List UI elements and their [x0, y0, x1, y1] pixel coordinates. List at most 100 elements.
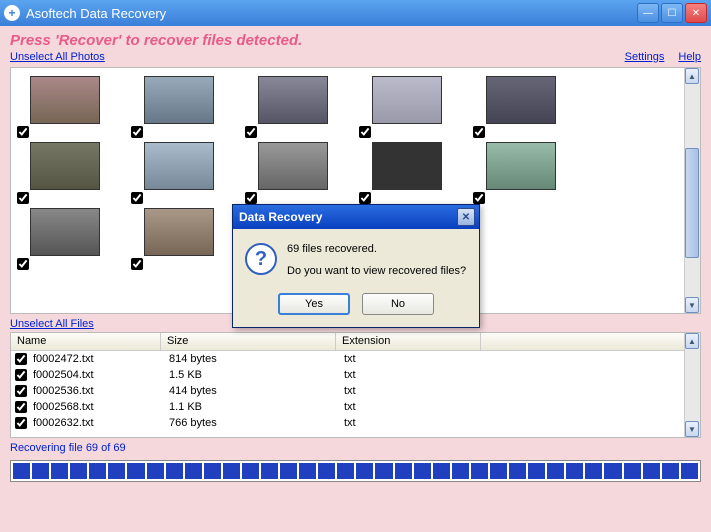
file-checkbox[interactable]	[15, 369, 27, 381]
photo-checkbox[interactable]	[473, 192, 485, 204]
photo-item[interactable]	[131, 76, 227, 138]
progress-segment	[261, 463, 278, 479]
photo-thumbnail	[258, 142, 328, 190]
progress-segment	[471, 463, 488, 479]
photo-checkbox[interactable]	[17, 126, 29, 138]
photo-checkbox[interactable]	[131, 192, 143, 204]
close-button[interactable]: ✕	[685, 3, 707, 23]
photo-checkbox[interactable]	[131, 126, 143, 138]
file-row[interactable]: f0002472.txt814 bytestxt	[11, 351, 700, 367]
photo-checkbox[interactable]	[245, 192, 257, 204]
col-header-size[interactable]: Size	[161, 333, 336, 350]
photo-checkbox[interactable]	[359, 192, 371, 204]
photo-item[interactable]	[359, 142, 455, 204]
progress-segment	[490, 463, 507, 479]
window-title: Asoftech Data Recovery	[26, 6, 637, 21]
file-extension: txt	[344, 385, 489, 397]
instruction-text: Press 'Recover' to recover files detecte…	[10, 32, 701, 49]
maximize-button[interactable]: ☐	[661, 3, 683, 23]
photo-item[interactable]	[473, 76, 569, 138]
dialog-titlebar: Data Recovery ✕	[233, 205, 479, 229]
dialog-close-button[interactable]: ✕	[457, 208, 475, 226]
progress-segment	[185, 463, 202, 479]
scroll-up-arrow-icon[interactable]: ▲	[685, 68, 699, 84]
dialog-message-2: Do you want to view recovered files?	[287, 265, 466, 277]
progress-segment	[433, 463, 450, 479]
yes-button[interactable]: Yes	[278, 293, 350, 315]
file-size: 1.5 KB	[169, 369, 344, 381]
photo-thumbnail	[144, 208, 214, 256]
file-checkbox[interactable]	[15, 417, 27, 429]
photo-item[interactable]	[245, 142, 341, 204]
photo-thumbnail	[372, 142, 442, 190]
file-checkbox[interactable]	[15, 401, 27, 413]
photo-item[interactable]	[245, 76, 341, 138]
settings-link[interactable]: Settings	[625, 51, 665, 63]
photo-item[interactable]	[17, 76, 113, 138]
help-link[interactable]: Help	[678, 51, 701, 63]
photo-item[interactable]	[17, 142, 113, 204]
progress-segment	[242, 463, 259, 479]
progress-segment	[662, 463, 679, 479]
file-name: f0002568.txt	[31, 401, 169, 413]
dialog-title: Data Recovery	[237, 210, 457, 224]
photo-thumbnail	[144, 142, 214, 190]
file-name: f0002632.txt	[31, 417, 169, 429]
progress-segment	[337, 463, 354, 479]
file-row[interactable]: f0002568.txt1.1 KBtxt	[11, 399, 700, 415]
photo-item[interactable]	[131, 208, 227, 270]
photo-thumbnail	[144, 76, 214, 124]
progress-segment	[32, 463, 49, 479]
scroll-down-arrow-icon[interactable]: ▼	[685, 421, 699, 437]
photo-item[interactable]	[131, 142, 227, 204]
photo-checkbox[interactable]	[17, 192, 29, 204]
photo-item[interactable]	[359, 76, 455, 138]
file-row[interactable]: f0002536.txt414 bytestxt	[11, 383, 700, 399]
unselect-all-files-link[interactable]: Unselect All Files	[10, 318, 94, 330]
photo-checkbox[interactable]	[17, 258, 29, 270]
file-size: 414 bytes	[169, 385, 344, 397]
progress-bar	[10, 460, 701, 482]
progress-segment	[299, 463, 316, 479]
progress-segment	[223, 463, 240, 479]
progress-segment	[318, 463, 335, 479]
progress-segment	[566, 463, 583, 479]
progress-segment	[127, 463, 144, 479]
photo-checkbox[interactable]	[359, 126, 371, 138]
file-row[interactable]: f0002504.txt1.5 KBtxt	[11, 367, 700, 383]
col-header-extension[interactable]: Extension	[336, 333, 481, 350]
data-recovery-dialog: Data Recovery ✕ ? 69 files recovered. Do…	[232, 204, 480, 328]
progress-segment	[166, 463, 183, 479]
progress-segment	[528, 463, 545, 479]
photo-item[interactable]	[17, 208, 113, 270]
scroll-thumb[interactable]	[685, 148, 699, 258]
progress-segment	[375, 463, 392, 479]
progress-segment	[681, 463, 698, 479]
photo-thumbnail	[372, 76, 442, 124]
photo-checkbox[interactable]	[473, 126, 485, 138]
file-row[interactable]: f0002632.txt766 bytestxt	[11, 415, 700, 431]
photos-scrollbar[interactable]: ▲ ▼	[684, 68, 700, 313]
file-checkbox[interactable]	[15, 353, 27, 365]
col-header-name[interactable]: Name	[11, 333, 161, 350]
photo-checkbox[interactable]	[245, 126, 257, 138]
scroll-down-arrow-icon[interactable]: ▼	[685, 297, 699, 313]
photo-item[interactable]	[473, 142, 569, 204]
progress-segment	[643, 463, 660, 479]
file-size: 766 bytes	[169, 417, 344, 429]
photo-checkbox[interactable]	[131, 258, 143, 270]
progress-segment	[585, 463, 602, 479]
progress-segment	[509, 463, 526, 479]
question-icon: ?	[245, 243, 277, 275]
unselect-all-photos-link[interactable]: Unselect All Photos	[10, 51, 105, 63]
no-button[interactable]: No	[362, 293, 434, 315]
scroll-up-arrow-icon[interactable]: ▲	[685, 333, 699, 349]
progress-segment	[147, 463, 164, 479]
file-checkbox[interactable]	[15, 385, 27, 397]
files-scrollbar[interactable]: ▲ ▼	[684, 333, 700, 437]
minimize-button[interactable]: —	[637, 3, 659, 23]
progress-segment	[624, 463, 641, 479]
file-name: f0002536.txt	[31, 385, 169, 397]
file-extension: txt	[344, 417, 489, 429]
progress-segment	[414, 463, 431, 479]
